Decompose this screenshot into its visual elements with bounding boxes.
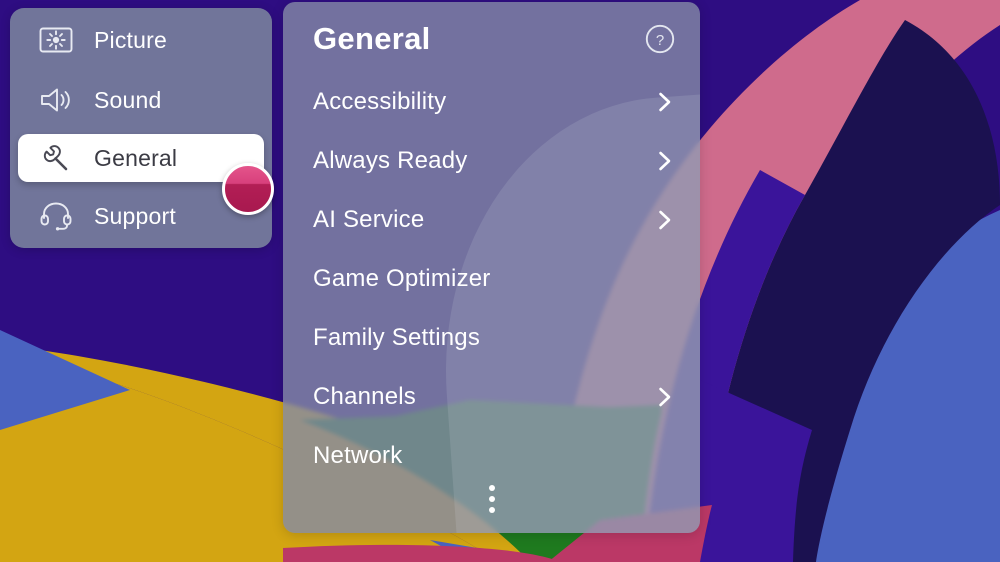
menu-item-label: Channels <box>313 383 417 410</box>
page-title: General <box>313 21 431 56</box>
menu-item-always-ready[interactable]: Always Ready <box>283 137 700 185</box>
menu-item-channels[interactable]: Channels <box>283 373 700 421</box>
vertical-ellipsis-icon[interactable] <box>488 485 495 513</box>
chevron-right-icon <box>656 88 674 116</box>
general-settings-panel: General ? Accessibility Always Ready AI … <box>283 2 700 533</box>
menu-item-accessibility[interactable]: Accessibility <box>283 78 700 126</box>
chevron-right-icon <box>656 147 674 175</box>
speaker-icon <box>36 84 76 116</box>
chevron-right-icon <box>656 383 674 411</box>
menu-item-label: Family Settings <box>313 324 481 351</box>
sidebar: Picture Sound General Support <box>10 8 272 248</box>
svg-text:?: ? <box>656 32 664 49</box>
dot <box>488 507 495 513</box>
menu-item-label: AI Service <box>313 206 425 233</box>
headset-icon <box>36 200 76 232</box>
sidebar-item-label: Picture <box>94 26 167 53</box>
sidebar-item-label: Sound <box>94 86 162 113</box>
menu-item-game-optimizer[interactable]: Game Optimizer <box>283 255 700 303</box>
menu-item-label: Network <box>313 442 403 469</box>
menu-item-label: Always Ready <box>313 147 468 174</box>
chevron-right-icon <box>656 206 674 234</box>
menu-item-ai-service[interactable]: AI Service <box>283 196 700 244</box>
sidebar-item-picture[interactable]: Picture <box>18 16 264 64</box>
sidebar-item-label: General <box>94 144 178 171</box>
menu-item-family-settings[interactable]: Family Settings <box>283 314 700 362</box>
sidebar-item-label: Support <box>94 202 176 229</box>
menu-item-label: Game Optimizer <box>313 265 491 292</box>
menu-item-label: Accessibility <box>313 88 447 115</box>
menu-item-network[interactable]: Network <box>283 432 700 480</box>
panel-header: General ? <box>283 2 700 76</box>
tv-settings-screen: Picture Sound General Support General ? … <box>0 0 1000 562</box>
wrench-icon <box>36 142 76 174</box>
sidebar-item-sound[interactable]: Sound <box>18 76 264 124</box>
picture-brightness-icon <box>36 24 76 56</box>
dot <box>488 496 495 502</box>
magic-remote-pointer[interactable] <box>222 163 274 215</box>
question-circle-icon[interactable]: ? <box>644 23 676 55</box>
dot <box>488 485 495 491</box>
